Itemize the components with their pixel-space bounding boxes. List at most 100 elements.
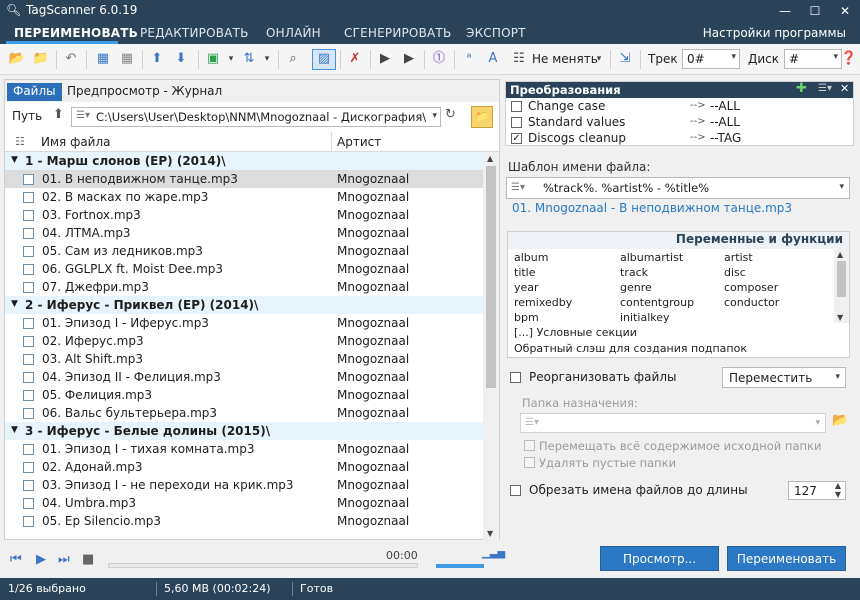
case-mode-select[interactable]: Не менять	[532, 52, 598, 66]
case-upper-icon[interactable]: A	[484, 50, 502, 68]
scroll-up-icon[interactable]: ▲	[837, 250, 843, 259]
collapse-arrow-icon[interactable]: ▼	[11, 425, 18, 435]
file-row[interactable]: 03. Эпизод I - не переходи на крик.mp3 Mn…	[5, 476, 483, 494]
columns-icon[interactable]: ☷	[15, 135, 25, 148]
scroll-thumb[interactable]	[837, 261, 846, 297]
tab-rename[interactable]: ПЕРЕИМЕНОВАТЬ	[14, 26, 138, 40]
scroll-down-icon[interactable]: ▼	[837, 313, 843, 322]
file-row[interactable]: 04. Эпизод II - Фелиция.mp3 Mnogoznaal	[5, 368, 483, 386]
add-icon[interactable]: ✚	[796, 81, 807, 96]
file-row[interactable]: 05. Ep Silencio.mp3 Mnogoznaal	[5, 512, 483, 530]
stop-icon[interactable]: ■	[82, 552, 94, 567]
undo-icon[interactable]: ↶	[62, 50, 80, 68]
file-row[interactable]: 05. Фелиция.mp3 Mnogoznaal	[5, 386, 483, 404]
chevron-down-icon[interactable]: ▾	[839, 182, 844, 192]
previous-icon[interactable]: ⏮	[10, 552, 22, 567]
variable-item[interactable]: conductor	[724, 296, 779, 309]
variable-item[interactable]: contentgroup	[620, 296, 694, 309]
file-row[interactable]: 01. Эпизод I - тихая комната.mp3 Mnogozna…	[5, 440, 483, 458]
select-all-icon[interactable]: ▦	[94, 50, 112, 68]
tab-online[interactable]: ОНЛАЙН	[266, 26, 321, 40]
variable-item[interactable]: composer	[724, 281, 778, 294]
subfolder-hint-link[interactable]: Обратный слэш для создания подпапок	[514, 342, 747, 355]
rename-button[interactable]: Переименовать	[727, 546, 846, 571]
up-arrow-icon[interactable]: ⬆	[53, 107, 64, 122]
volume-slider[interactable]	[436, 564, 484, 568]
collapse-arrow-icon[interactable]: ▼	[11, 155, 18, 165]
file-row[interactable]: 04. Umbra.mp3 Mnogoznaal	[5, 494, 483, 512]
play-icon[interactable]: ▶	[36, 552, 46, 567]
tab-export[interactable]: ЭКСПОРТ	[466, 26, 526, 40]
case-lower-icon[interactable]: ᵃ	[460, 50, 478, 68]
template-input[interactable]: ☰▾ %track%. %artist% - %title% ▾	[506, 177, 850, 199]
move-up-icon[interactable]: ⬆	[148, 50, 166, 68]
collapse-arrow-icon[interactable]: ▼	[11, 299, 18, 309]
path-input[interactable]: ☰▾ C:\Users\User\Desktop\NNM\Mnogoznaal …	[71, 107, 441, 127]
variable-item[interactable]: artist	[724, 251, 753, 264]
scroll-up-icon[interactable]: ▲	[487, 154, 493, 163]
counter-icon[interactable]: ⓵	[430, 50, 448, 68]
transform-checkbox[interactable]: ✓	[511, 133, 522, 144]
destination-input[interactable]: ☰▾ ▾	[520, 413, 826, 433]
column-divider[interactable]	[331, 132, 332, 152]
column-header-filename[interactable]: Имя файла	[41, 135, 111, 149]
transform-row[interactable]: Change case --> --ALL	[506, 99, 853, 115]
file-row[interactable]: 01. В неподвижном танце.mp3 Mnogoznaal	[5, 170, 483, 188]
variable-item[interactable]: bpm	[514, 311, 539, 324]
file-row[interactable]: 03. Fortnox.mp3 Mnogoznaal	[5, 206, 483, 224]
file-row[interactable]: 01. Эпизод I - Иферус.mp3 Mnogoznaal	[5, 314, 483, 332]
variable-item[interactable]: remixedby	[514, 296, 572, 309]
move-all-checkbox[interactable]	[524, 440, 535, 451]
scroll-thumb[interactable]	[486, 166, 496, 388]
variable-item[interactable]: initialkey	[620, 311, 670, 324]
file-row[interactable]: 06. Вальс бультерьера.mp3 Mnogoznaal	[5, 404, 483, 422]
tab-generate[interactable]: СГЕНЕРИРОВАТЬ	[344, 26, 451, 40]
move-mode-select[interactable]: Переместить ▾	[722, 367, 846, 388]
file-list[interactable]: ▼ 1 - Марш слонов (EP) (2014)\ 01. В непод…	[5, 152, 483, 540]
transform-row[interactable]: ✓ Discogs cleanup --> --TAG	[506, 131, 853, 147]
view-icon[interactable]: ▣	[204, 50, 222, 68]
insert-icon[interactable]: ⇲	[616, 50, 634, 68]
variable-item[interactable]: disc	[724, 266, 746, 279]
transform-checkbox[interactable]	[511, 117, 522, 128]
picture-toggle[interactable]: ▨	[312, 49, 336, 70]
player-progress[interactable]	[108, 563, 418, 568]
variable-item[interactable]: albumartist	[620, 251, 683, 264]
file-row[interactable]: 02. Адонай.mp3 Mnogoznaal	[5, 458, 483, 476]
variable-item[interactable]: title	[514, 266, 536, 279]
remove-icon[interactable]: ✗	[346, 50, 364, 68]
browse-folder-button[interactable]: 📁	[471, 106, 493, 128]
play-file-icon[interactable]: ▶	[376, 50, 394, 68]
group-row[interactable]: ▼ 2 - Иферус - Приквел (EP) (2014)\	[5, 296, 483, 314]
preview-button[interactable]: Просмотр...	[600, 546, 719, 571]
maximize-button[interactable]: ☐	[800, 0, 830, 22]
file-row[interactable]: 04. ЛТМА.mp3 Mnogoznaal	[5, 224, 483, 242]
spinner-arrows-icon[interactable]: ▲ ▼	[835, 481, 841, 499]
refresh-icon[interactable]: ↻	[445, 107, 456, 122]
variable-item[interactable]: year	[514, 281, 539, 294]
next-icon[interactable]: ⏭	[58, 552, 70, 567]
truncate-checkbox[interactable]	[510, 485, 521, 496]
chevron-down-icon[interactable]: ▾	[226, 50, 236, 68]
track-format-select[interactable]: 0# ▾	[682, 49, 740, 69]
add-folder-icon[interactable]: 📁	[32, 50, 50, 68]
tab-files[interactable]: Файлы	[7, 83, 62, 101]
file-row[interactable]: 06. GGLPLX ft. Moist Dee.mp3 Mnogoznaal	[5, 260, 483, 278]
chevron-down-icon[interactable]: ▾	[262, 50, 272, 68]
transform-checkbox[interactable]	[511, 101, 522, 112]
variables-scrollbar[interactable]: ▲ ▼	[834, 249, 849, 323]
variable-item[interactable]: track	[620, 266, 648, 279]
open-folder-icon[interactable]: 📂	[8, 50, 26, 68]
file-list-scrollbar[interactable]: ▲ ▼	[483, 152, 499, 540]
chevron-down-icon[interactable]: ▾	[594, 50, 604, 68]
close-button[interactable]: ✕	[830, 0, 860, 22]
disc-format-select[interactable]: # ▾	[784, 49, 842, 69]
variable-item[interactable]: album	[514, 251, 548, 264]
search-icon[interactable]: ⌕	[284, 50, 302, 68]
close-icon[interactable]: ✕	[840, 82, 849, 95]
scroll-down-icon[interactable]: ▼	[487, 529, 493, 538]
file-row[interactable]: 02. В масках по жаре.mp3 Mnogoznaal	[5, 188, 483, 206]
menu-icon[interactable]: ☰▾	[818, 83, 832, 94]
group-row[interactable]: ▼ 1 - Марш слонов (EP) (2014)\	[5, 152, 483, 170]
reorganize-checkbox[interactable]	[510, 372, 521, 383]
